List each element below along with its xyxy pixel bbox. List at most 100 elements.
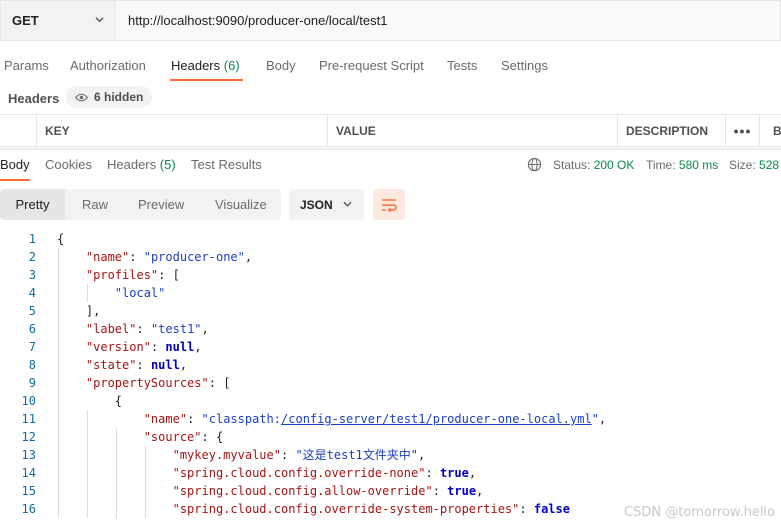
code-text: "propertySources": [ bbox=[85, 376, 231, 390]
format-label: JSON bbox=[300, 197, 333, 212]
size-indicator[interactable]: Size: 528 bbox=[729, 158, 779, 172]
code-line: 13 "mykey.myvalue": "这是test1文件夹中", bbox=[0, 446, 781, 464]
code-text: "spring.cloud.config.override-system-pro… bbox=[172, 502, 570, 516]
status-value: 200 OK bbox=[593, 158, 635, 172]
tab-settings[interactable]: Settings bbox=[501, 58, 548, 73]
line-number: 8 bbox=[28, 358, 36, 372]
line-number: 9 bbox=[28, 376, 36, 390]
code-line: 1{ bbox=[0, 230, 781, 248]
time-label: Time: bbox=[646, 158, 676, 172]
eye-icon bbox=[75, 93, 88, 101]
code-text: "version": null, bbox=[85, 340, 202, 354]
code-line: 9 "propertySources": [ bbox=[0, 374, 781, 392]
url-text: http://localhost:9090/producer-one/local… bbox=[128, 13, 388, 28]
tab-params[interactable]: Params bbox=[4, 58, 49, 73]
method-label: GET bbox=[12, 13, 39, 28]
more-options-icon[interactable]: ••• bbox=[726, 115, 760, 146]
code-line: 11 "name": "classpath:/config-server/tes… bbox=[0, 410, 781, 428]
code-line: 4 "local" bbox=[0, 284, 781, 302]
line-number: 1 bbox=[28, 232, 36, 246]
line-number: 11 bbox=[21, 412, 36, 426]
line-number: 6 bbox=[28, 322, 36, 336]
status-label: Status: bbox=[553, 158, 591, 172]
wrap-lines-button[interactable] bbox=[373, 189, 405, 220]
tab-prerequest-script[interactable]: Pre-request Script bbox=[319, 58, 424, 73]
globe-icon[interactable] bbox=[527, 157, 542, 172]
hidden-headers-toggle[interactable]: 6 hidden bbox=[66, 86, 153, 108]
code-line: 14 "spring.cloud.config.override-none": … bbox=[0, 464, 781, 482]
indent-guide bbox=[87, 284, 88, 302]
url-input[interactable]: http://localhost:9090/producer-one/local… bbox=[115, 0, 781, 41]
status-indicator[interactable]: Status: 200 OK bbox=[553, 158, 634, 172]
format-select[interactable]: JSON bbox=[289, 189, 364, 220]
watermark-text: CSDN @tomorrow.hello bbox=[624, 505, 775, 520]
checkbox-column bbox=[0, 115, 37, 146]
request-url-bar: GET http://localhost:9090/producer-one/l… bbox=[0, 0, 781, 41]
indent-guide bbox=[116, 428, 117, 518]
tab-authorization[interactable]: Authorization bbox=[70, 58, 146, 73]
tab-tests[interactable]: Tests bbox=[447, 58, 477, 73]
line-number: 10 bbox=[21, 394, 36, 408]
bulk-edit-button[interactable]: B bbox=[760, 115, 781, 146]
line-number: 3 bbox=[28, 268, 36, 282]
code-text: "state": null, bbox=[85, 358, 188, 372]
code-text: { bbox=[57, 394, 123, 408]
code-text: "spring.cloud.config.override-none": tru… bbox=[172, 466, 477, 480]
chevron-down-icon bbox=[95, 17, 104, 23]
indent-guide bbox=[58, 248, 59, 518]
tab-headers-count: (6) bbox=[223, 58, 240, 73]
code-text: "name": "classpath:/config-server/test1/… bbox=[143, 412, 607, 426]
tab-headers-label: Headers bbox=[171, 58, 221, 73]
line-number: 4 bbox=[28, 286, 36, 300]
line-number: 7 bbox=[28, 340, 36, 354]
indent-guide bbox=[145, 446, 146, 518]
divider bbox=[0, 148, 781, 150]
headers-table-header: KEY VALUE DESCRIPTION ••• B bbox=[0, 114, 781, 147]
code-text: "label": "test1", bbox=[85, 322, 209, 336]
line-number: 16 bbox=[21, 502, 36, 516]
response-tab-headers[interactable]: Headers (5) bbox=[107, 157, 176, 172]
request-tabs: Params Authorization Headers (6) Body Pr… bbox=[0, 52, 781, 82]
hidden-headers-label: 6 hidden bbox=[94, 90, 144, 104]
view-visualize-button[interactable]: Visualize bbox=[215, 189, 267, 220]
response-active-tab-indicator bbox=[0, 179, 30, 181]
line-number: 12 bbox=[21, 430, 36, 444]
column-key: KEY bbox=[37, 115, 328, 146]
code-line: 6 "label": "test1", bbox=[0, 320, 781, 338]
headers-section-title: Headers bbox=[8, 91, 60, 106]
code-text: "name": "producer-one", bbox=[85, 250, 253, 264]
size-label: Size: bbox=[729, 158, 756, 172]
code-text: "local" bbox=[114, 286, 166, 300]
code-line: 2 "name": "producer-one", bbox=[0, 248, 781, 266]
response-tab-headers-label: Headers bbox=[107, 157, 157, 172]
tab-body[interactable]: Body bbox=[266, 58, 296, 73]
tab-headers[interactable]: Headers (6) bbox=[171, 58, 240, 73]
code-line: 5 ], bbox=[0, 302, 781, 320]
method-select[interactable]: GET bbox=[0, 0, 115, 41]
view-preview-button[interactable]: Preview bbox=[138, 189, 184, 220]
line-number: 14 bbox=[21, 466, 36, 480]
view-mode-selector: Pretty Raw Preview Visualize bbox=[0, 189, 281, 220]
code-text: "source": { bbox=[143, 430, 224, 444]
response-tab-test-results[interactable]: Test Results bbox=[191, 157, 262, 172]
line-number: 15 bbox=[21, 484, 36, 498]
view-pretty-button[interactable]: Pretty bbox=[0, 189, 65, 220]
indent-guide bbox=[87, 410, 88, 518]
time-value: 580 ms bbox=[678, 158, 719, 172]
response-tab-cookies[interactable]: Cookies bbox=[45, 157, 92, 172]
code-text: "mykey.myvalue": "这是test1文件夹中", bbox=[172, 448, 426, 462]
code-line: 7 "version": null, bbox=[0, 338, 781, 356]
size-value: 528 bbox=[759, 158, 780, 172]
view-raw-button[interactable]: Raw bbox=[82, 189, 108, 220]
chevron-down-icon bbox=[343, 201, 352, 207]
active-tab-indicator bbox=[170, 79, 243, 81]
response-tab-headers-count: (5) bbox=[159, 157, 176, 172]
response-tab-body[interactable]: Body bbox=[0, 157, 30, 172]
code-line: 10 { bbox=[0, 392, 781, 410]
column-description: DESCRIPTION bbox=[618, 115, 726, 146]
line-number: 2 bbox=[28, 250, 36, 264]
line-number: 13 bbox=[21, 448, 36, 462]
column-value: VALUE bbox=[328, 115, 618, 146]
code-line: 3 "profiles": [ bbox=[0, 266, 781, 284]
time-indicator[interactable]: Time: 580 ms bbox=[646, 158, 718, 172]
